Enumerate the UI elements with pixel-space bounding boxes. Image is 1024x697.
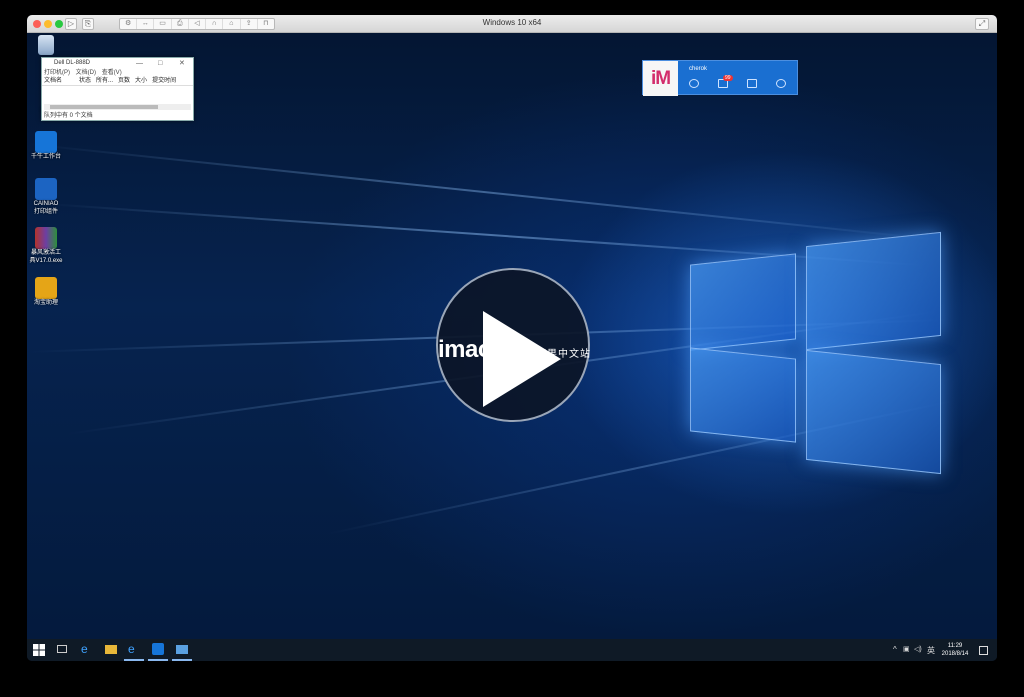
desktop-icon-label: 暴风激活工具V17.0.exe [29,250,63,264]
printer-window-title: Dell DL-888D [54,60,91,66]
column-header[interactable]: 所有... [96,77,113,85]
printer-columns: 文档名 状态 所有... 页数 大小 提交时间 [42,77,193,86]
menu-document[interactable]: 文档(D) [76,70,96,76]
printer-taskbar-icon[interactable] [176,645,188,654]
desktop-icon-qianniu[interactable]: 千牛工作台 [27,131,65,161]
windows-logo-pane [806,231,941,351]
column-header[interactable]: 文档名 [44,77,74,85]
active-indicator [148,659,168,661]
network-icon[interactable]: ▣ [903,645,910,653]
maximize-icon[interactable]: □ [158,58,162,69]
im-logo: iM [643,61,678,96]
printer-status: 队列中有 0 个文档 [44,113,93,119]
cainiao-icon [35,178,57,200]
printer-menubar: 打印机(P) 文档(D) 查看(V) [42,69,193,77]
windows-logo-pane [690,347,796,443]
printer-window-titlebar: Dell DL-888D — □ ✕ [42,58,193,69]
volume-icon[interactable]: ◁) [914,645,922,653]
vm-title: Windows 10 x64 [482,18,542,27]
qianniu-taskbar-icon[interactable] [152,643,164,655]
desktop-icon-label: 千牛工作台 [30,154,61,160]
calendar-icon[interactable] [747,79,757,88]
desktop-icon-cainiao[interactable]: CAINIAO打印组件 [27,178,65,216]
fullscreen-icon[interactable]: ⤢ [975,18,989,30]
column-header[interactable]: 页数 [118,77,130,85]
clock-time: 11:29 [947,643,963,649]
active-indicator [172,659,192,661]
taobao-assistant-icon [35,277,57,299]
edge-icon[interactable]: e [81,643,93,655]
close-icon[interactable]: ✕ [179,58,185,69]
desktop-icon-label: CAINIAO打印组件 [33,201,59,215]
windows-desktop: Dell 千牛工作台 CAINIAO打印组件 暴风激活工具V17.0.exe 淘… [27,33,997,639]
recycle-bin-icon[interactable] [27,35,65,55]
clock-date: 2018/8/14 [941,651,969,657]
column-header[interactable]: 提交时间 [152,77,176,85]
start-button[interactable] [33,643,45,656]
watermark-brand: imac.ly [438,336,516,363]
scrollbar-thumb[interactable] [50,105,158,109]
vm-window: ▷ ⎘ ⚙ ↔ ▭ ⎙ ◁ ∩ ⌂ ⇪ ⊓ Windows 10 x64 ⤢ 千… [27,15,997,661]
tray-chevron-icon[interactable]: ^ [893,645,897,654]
taskbar-clock[interactable]: 11:29 2018/8/14 [932,642,978,658]
ie-icon[interactable]: e [128,643,140,655]
notification-icon[interactable] [979,646,988,655]
mac-titlebar: ▷ ⎘ ⚙ ↔ ▭ ⎙ ◁ ∩ ⌂ ⇪ ⊓ Windows 10 x64 ⤢ [27,15,997,33]
menu-view[interactable]: 查看(V) [102,70,122,76]
light-beam [27,143,943,242]
column-header[interactable]: 大小 [135,77,147,85]
printer-queue-window[interactable]: Dell DL-888D — □ ✕ 打印机(P) 文档(D) 查看(V) 文档… [41,57,194,121]
recycle-bin-icon-glyph [38,35,54,55]
qianniu-icon [35,131,57,153]
taskbar: e e ^ ▣ ◁) 英 11:29 2018/8/14 [27,639,997,661]
windows-logo-pane [690,253,796,351]
minimize-icon[interactable]: — [136,58,143,69]
desktop-icon-taobao[interactable]: 淘宝助理 [27,277,65,307]
winrar-icon [35,227,57,249]
windows-logo-pane [806,349,941,475]
search-icon[interactable] [776,79,786,88]
watermark-subtitle: 苹果中文站 [536,349,591,360]
windows-start-icon [33,644,45,656]
im-username: cherok [689,66,708,72]
task-view-icon[interactable] [57,645,67,653]
desktop-icon-activator[interactable]: 暴风激活工具V17.0.exe [27,227,65,265]
active-indicator [124,659,144,661]
desktop-icon-label: 淘宝助理 [33,300,58,306]
history-icon[interactable] [689,79,699,88]
unread-badge: 99 [723,75,733,81]
file-explorer-icon[interactable] [105,645,117,654]
menu-printer[interactable]: 打印机(P) [44,70,70,76]
im-widget[interactable]: iM cherok 99 [642,60,798,96]
column-header[interactable]: 状态 [79,77,91,85]
